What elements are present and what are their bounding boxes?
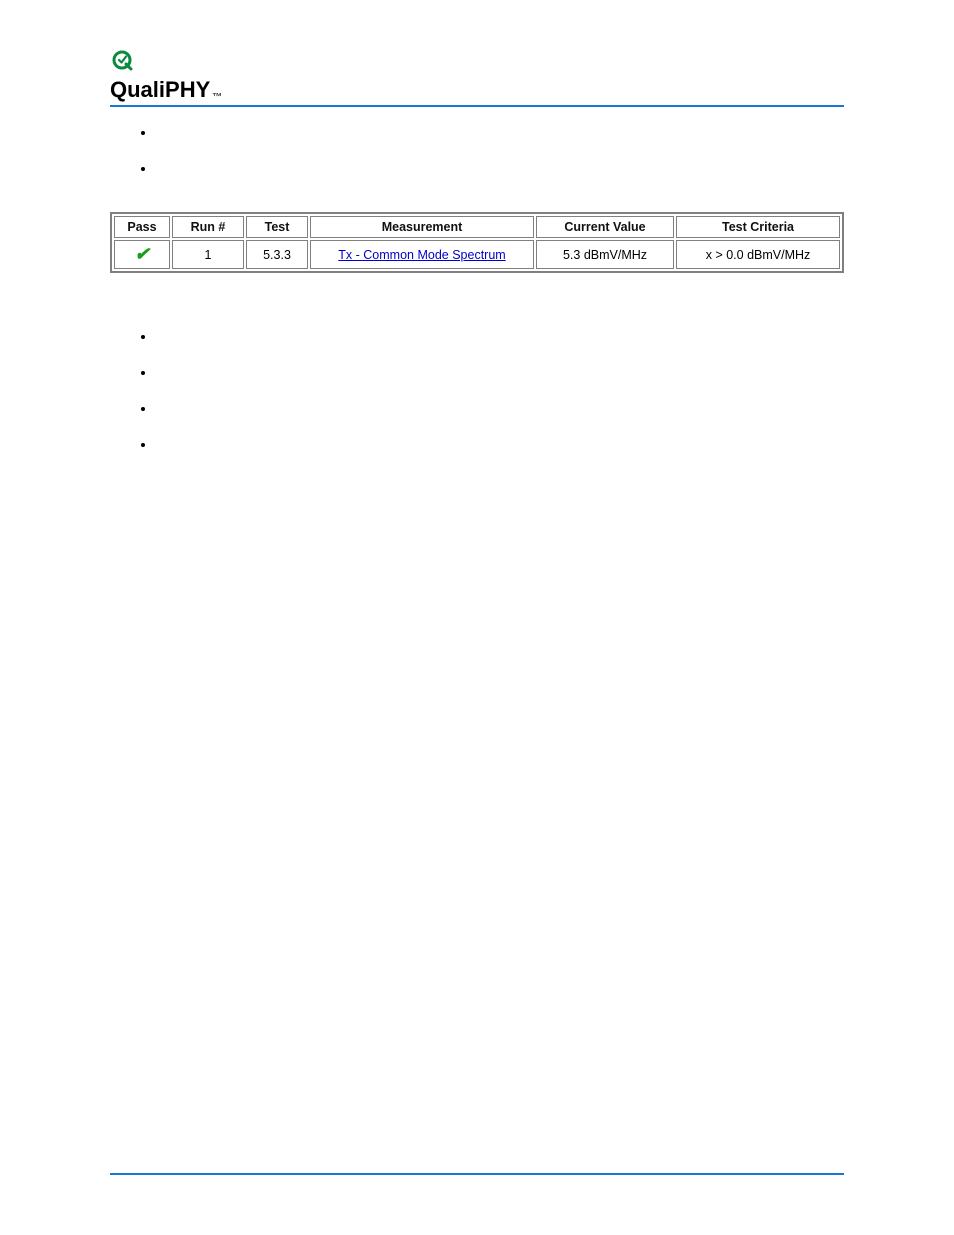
logo-text-wrap: QualiPHY ™ bbox=[110, 77, 844, 103]
cell-pass: ✔ bbox=[114, 240, 170, 269]
page: QualiPHY ™ Pass Run # Test Measurement C… bbox=[0, 0, 954, 1235]
table-header-row: Pass Run # Test Measurement Current Valu… bbox=[114, 216, 840, 238]
spacer bbox=[110, 273, 844, 313]
col-header-test: Test bbox=[246, 216, 308, 238]
list-item bbox=[156, 401, 844, 421]
measurement-link[interactable]: Tx - Common Mode Spectrum bbox=[338, 248, 505, 262]
list-item bbox=[156, 329, 844, 349]
col-header-criteria: Test Criteria bbox=[676, 216, 840, 238]
cell-run: 1 bbox=[172, 240, 244, 269]
col-header-measurement: Measurement bbox=[310, 216, 534, 238]
col-header-pass: Pass bbox=[114, 216, 170, 238]
cell-test: 5.3.3 bbox=[246, 240, 308, 269]
pass-check-icon: ✔ bbox=[134, 244, 149, 264]
qualiphy-logo-icon bbox=[110, 62, 134, 77]
trademark: ™ bbox=[212, 92, 222, 103]
footer-rule bbox=[110, 1173, 844, 1175]
list-item bbox=[156, 125, 844, 145]
list-item bbox=[156, 365, 844, 385]
logo-text: QualiPHY bbox=[110, 77, 210, 103]
cell-criteria: x > 0.0 dBmV/MHz bbox=[676, 240, 840, 269]
header: QualiPHY ™ bbox=[110, 50, 844, 107]
list-item bbox=[156, 161, 844, 181]
table-row: ✔ 1 5.3.3 Tx - Common Mode Spectrum 5.3 … bbox=[114, 240, 840, 269]
col-header-value: Current Value bbox=[536, 216, 674, 238]
col-header-run: Run # bbox=[172, 216, 244, 238]
cell-measurement: Tx - Common Mode Spectrum bbox=[310, 240, 534, 269]
results-table: Pass Run # Test Measurement Current Valu… bbox=[110, 212, 844, 273]
list-item bbox=[156, 437, 844, 457]
cell-value: 5.3 dBmV/MHz bbox=[536, 240, 674, 269]
bottom-bullet-list bbox=[110, 329, 844, 457]
logo: QualiPHY ™ bbox=[110, 50, 844, 103]
top-bullet-list bbox=[110, 125, 844, 181]
